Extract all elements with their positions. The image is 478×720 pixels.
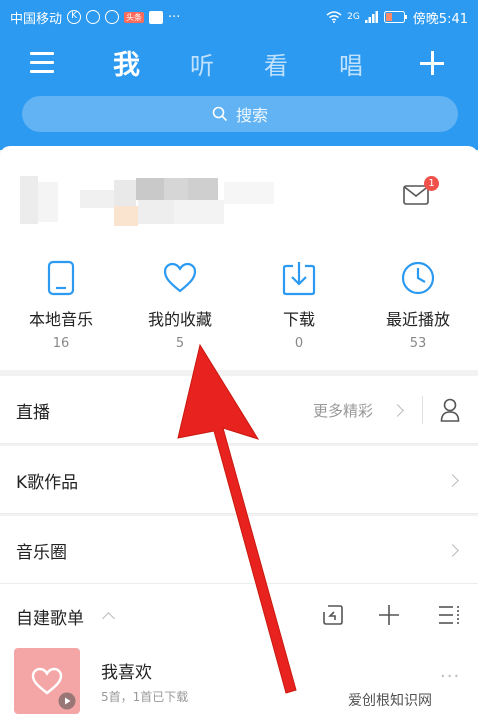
profile-card: 1 本地音乐 16 我的收藏 5 下载 0 最近播放 53 <box>0 146 478 370</box>
live-row[interactable]: 直播 更多精彩 <box>0 376 478 444</box>
avatar[interactable] <box>20 172 280 232</box>
signal-icon <box>364 11 378 23</box>
quick-label: 本地音乐 <box>28 310 93 329</box>
quick-local-music[interactable]: 本地音乐 16 <box>1 260 121 351</box>
news-badge: 头条 <box>124 11 145 23</box>
phone-icon <box>47 260 75 296</box>
hamburger-menu-icon[interactable] <box>30 52 54 74</box>
status-bar: 中国移动 K 头条 ··· 2G 傍晚5:41 <box>0 0 478 34</box>
mail-badge: 1 <box>424 176 439 191</box>
music-app-icon <box>105 10 120 24</box>
play-icon[interactable] <box>58 692 76 710</box>
k-song-label: K歌作品 <box>16 473 79 493</box>
quick-count: 0 <box>294 336 304 351</box>
clock-text: 傍晚5:41 <box>412 11 468 27</box>
download-icon <box>282 262 316 296</box>
quick-label: 我的收藏 <box>147 310 212 329</box>
divider <box>422 396 423 424</box>
quick-label: 下载 <box>282 310 315 329</box>
search-placeholder: 搜索 <box>235 106 268 125</box>
tab-sing[interactable]: 唱 <box>339 46 363 81</box>
add-icon[interactable] <box>420 51 444 75</box>
music-circle-label: 音乐圈 <box>16 543 67 563</box>
network-type: 2G <box>347 12 360 22</box>
header: 中国移动 K 头条 ··· 2G 傍晚5:41 我 听 看 唱 搜索 <box>0 0 478 150</box>
tab-me[interactable]: 我 <box>113 43 140 82</box>
manage-list-icon[interactable] <box>437 604 461 626</box>
quick-favorites[interactable]: 我的收藏 5 <box>120 260 240 351</box>
battery-icon <box>383 11 407 23</box>
playlist-cover <box>14 648 80 714</box>
top-nav: 我 听 看 唱 <box>0 40 478 88</box>
playlist-title[interactable]: 自建歌单 <box>16 604 84 629</box>
k-icon: K <box>67 10 82 24</box>
image-icon <box>149 10 164 24</box>
user-icon[interactable] <box>440 398 460 422</box>
playlist-header: 自建歌单 <box>0 584 478 646</box>
clock-icon <box>401 261 435 295</box>
chevron-up-icon[interactable] <box>102 612 115 625</box>
k-song-row[interactable]: K歌作品 <box>0 446 478 514</box>
carrier-text: 中国移动 <box>10 11 63 27</box>
song-subtitle: 5首，1首已下载 <box>101 690 189 704</box>
more-options-icon[interactable]: ··· <box>440 666 460 687</box>
watermark: 爱创根知识网 <box>348 693 432 709</box>
chevron-right-icon <box>446 544 459 557</box>
quick-recent[interactable]: 最近播放 53 <box>358 260 478 351</box>
quick-label: 最近播放 <box>385 310 450 329</box>
heart-icon <box>163 262 197 293</box>
quick-count: 16 <box>52 336 70 351</box>
quick-download[interactable]: 下载 0 <box>239 260 359 351</box>
tab-watch[interactable]: 看 <box>264 46 288 81</box>
add-playlist-icon[interactable] <box>378 604 400 626</box>
wifi-icon <box>326 11 342 23</box>
search-bar[interactable]: 搜索 <box>22 96 458 132</box>
chat-icon <box>86 10 101 24</box>
quick-count: 53 <box>409 336 427 351</box>
more-link[interactable]: 更多精彩 <box>313 400 373 421</box>
search-icon <box>212 106 228 122</box>
tab-listen[interactable]: 听 <box>190 46 214 81</box>
music-circle-row[interactable]: 音乐圈 <box>0 516 478 584</box>
chevron-right-icon <box>446 474 459 487</box>
live-label: 直播 <box>16 403 50 423</box>
quick-count: 5 <box>175 336 185 351</box>
app-screen: 中国移动 K 头条 ··· 2G 傍晚5:41 我 听 看 唱 搜索 1 本地音… <box>0 0 478 720</box>
chevron-right-icon <box>391 404 404 417</box>
song-title: 我喜欢 <box>101 663 152 683</box>
more-notifications-icon: ··· <box>168 9 181 25</box>
import-playlist-icon[interactable] <box>322 604 344 626</box>
